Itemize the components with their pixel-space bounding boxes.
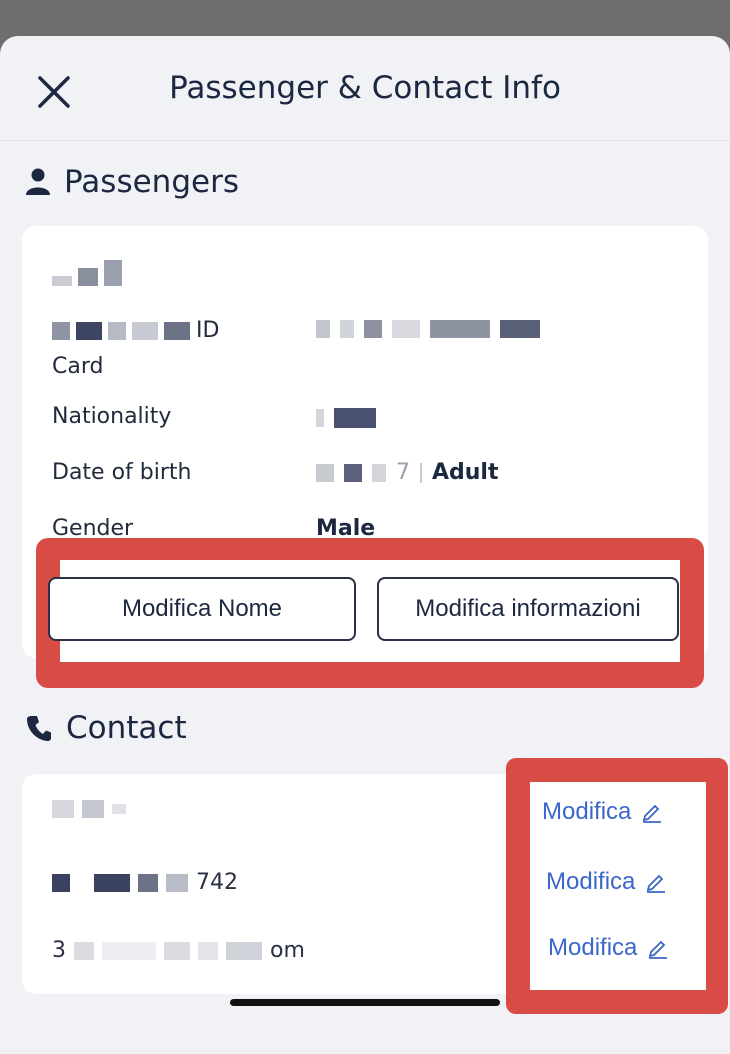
contact-email: 3 om	[52, 938, 305, 963]
pencil-icon	[649, 940, 668, 959]
dob-value: 7 Adult	[316, 460, 499, 485]
edit-name-button[interactable]: Modifica Nome	[48, 577, 356, 641]
contact-name-redacted	[52, 800, 126, 818]
dob-label: Date of birth	[52, 460, 192, 485]
contact-section-title: Contact	[26, 710, 187, 746]
age-type: Adult	[432, 460, 499, 485]
edit-contact-phone-link[interactable]: Modifica	[546, 868, 667, 896]
pencil-icon	[647, 874, 666, 893]
passengers-section-title: Passengers	[26, 164, 239, 200]
id-card-value-redacted	[316, 320, 540, 338]
edit-contact-name-link[interactable]: Modifica	[542, 798, 663, 826]
nationality-value-redacted	[316, 408, 376, 428]
bottom-sheet: Passenger & Contact Info Passengers ID C…	[0, 36, 730, 1054]
edit-info-button[interactable]: Modifica informazioni	[377, 577, 679, 641]
nationality-label: Nationality	[52, 404, 172, 429]
divider	[420, 462, 422, 483]
email-suffix: om	[270, 938, 305, 963]
person-icon	[26, 168, 50, 195]
sheet-header: Passenger & Contact Info	[0, 36, 730, 141]
id-card-label: ID Card	[52, 318, 220, 379]
passengers-title-text: Passengers	[64, 164, 239, 200]
contact-phone: 742	[52, 870, 238, 895]
contact-title-text: Contact	[66, 710, 187, 746]
phone-icon	[27, 716, 51, 741]
page-title: Passenger & Contact Info	[169, 70, 561, 106]
dob-partial: 7	[396, 460, 410, 485]
passenger-name-redacted	[52, 260, 122, 286]
pencil-icon	[643, 804, 662, 823]
email-prefix: 3	[52, 938, 66, 963]
home-indicator[interactable]	[230, 999, 500, 1006]
edit-contact-email-link[interactable]: Modifica	[548, 934, 669, 962]
phone-partial: 742	[196, 870, 238, 895]
